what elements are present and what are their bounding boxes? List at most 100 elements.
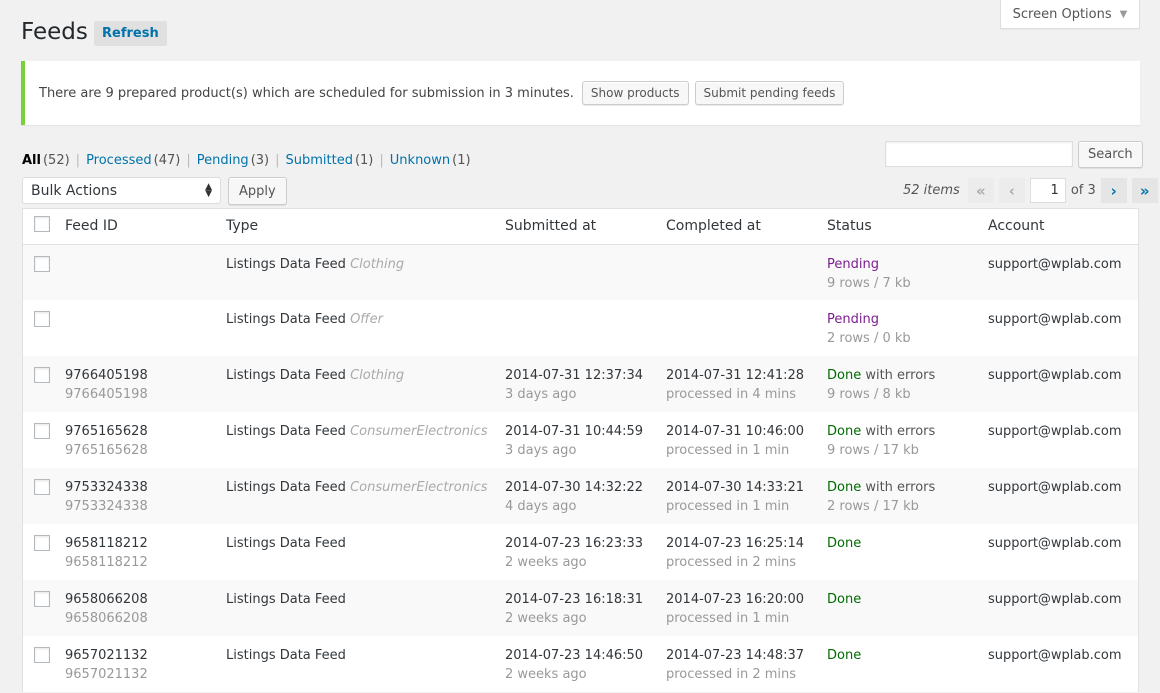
- status-filter-links: All (52) | Processed (47) | Pending (3) | S…: [22, 153, 471, 168]
- show-products-button[interactable]: Show products: [581, 81, 689, 105]
- row-checkbox[interactable]: [34, 255, 50, 272]
- feed-template: ConsumerElectronics: [350, 424, 488, 439]
- feed-id-secondary: 9753324338: [65, 499, 148, 514]
- apply-button[interactable]: Apply: [228, 177, 287, 205]
- status-label: Done: [827, 480, 862, 495]
- total-pages: of 3: [1070, 183, 1096, 198]
- status-detail: with errors: [861, 424, 936, 439]
- row-checkbox[interactable]: [34, 647, 50, 663]
- row-checkbox[interactable]: [34, 311, 50, 327]
- screen-options-button[interactable]: Screen Options ▼: [1000, 0, 1140, 29]
- completed-at: 2014-07-23 16:25:14: [666, 536, 805, 551]
- scheduled-submission-notice: There are 9 prepared product(s) which ar…: [21, 61, 1140, 125]
- submit-pending-feeds-button[interactable]: Submit pending feeds: [694, 81, 845, 105]
- feed-id-secondary: 9658066208: [65, 611, 148, 626]
- separator: |: [275, 153, 280, 168]
- submitted-at: 2014-07-23 14:46:50: [505, 648, 644, 663]
- row-checkbox[interactable]: [34, 367, 50, 383]
- next-page-button[interactable]: ›: [1100, 178, 1127, 203]
- feed-id: 9766405198: [65, 368, 148, 383]
- feed-id-secondary: 9765165628: [65, 443, 148, 458]
- search-button[interactable]: Search: [1078, 141, 1143, 168]
- row-checkbox[interactable]: [34, 423, 50, 439]
- row-checkbox[interactable]: [34, 479, 50, 495]
- completed-at: 2014-07-31 12:41:28: [666, 368, 805, 383]
- completed-at: 2014-07-31 10:46:00: [666, 424, 805, 439]
- feeds-table: Feed ID Type Submitted at Completed at S…: [22, 208, 1139, 692]
- feed-id: 9753324338: [65, 480, 148, 495]
- filter-processed[interactable]: Processed: [86, 153, 152, 168]
- filter-count: (3): [250, 153, 270, 168]
- current-page-input[interactable]: 1: [1029, 178, 1066, 203]
- feed-type: Listings Data Feed: [226, 368, 346, 383]
- select-arrows-icon: ▲ ▼: [205, 181, 212, 199]
- submitted-relative: 3 days ago: [505, 387, 577, 402]
- account: support@wplab.com: [988, 592, 1122, 607]
- account: support@wplab.com: [988, 424, 1122, 439]
- status-size: 9 rows / 8 kb: [827, 387, 911, 402]
- row-checkbox[interactable]: [34, 591, 50, 607]
- completed-at: 2014-07-23 16:20:00: [666, 592, 805, 607]
- page-title: Feeds: [21, 19, 88, 45]
- status-size: 2 rows / 0 kb: [827, 331, 911, 346]
- status-label: Done: [827, 424, 862, 439]
- filter-count: (1): [354, 153, 374, 168]
- first-page-button[interactable]: «: [967, 178, 994, 203]
- select-all-checkbox[interactable]: [34, 216, 50, 233]
- refresh-button[interactable]: Refresh: [94, 21, 167, 46]
- column-header-completed-at[interactable]: Completed at: [666, 209, 827, 245]
- column-header-account[interactable]: Account: [988, 209, 1138, 245]
- feed-type: Listings Data Feed: [226, 312, 346, 327]
- notice-text: There are 9 prepared product(s) which ar…: [39, 85, 574, 101]
- search-input[interactable]: [885, 141, 1073, 167]
- account: support@wplab.com: [988, 256, 1122, 272]
- filter-all[interactable]: All: [22, 153, 41, 168]
- filter-count: (52): [42, 153, 70, 168]
- column-header-type[interactable]: Type: [226, 209, 505, 245]
- feed-type: Listings Data Feed: [226, 536, 346, 551]
- submitted-relative: 2 weeks ago: [505, 611, 587, 626]
- feed-id-secondary: 9766405198: [65, 387, 148, 402]
- filter-submitted[interactable]: Submitted: [286, 153, 353, 168]
- status-size: 9 rows / 7 kb: [827, 275, 911, 291]
- bulk-actions-selected: Bulk Actions: [31, 182, 118, 199]
- status-detail: with errors: [861, 480, 936, 495]
- table-row: 9658066208 9658066208 Listings Data Feed 2…: [23, 580, 1138, 636]
- table-row: Listings Data Feed Clothing Pending 9 rows…: [23, 244, 1138, 300]
- submitted-at: 2014-07-23 16:18:31: [505, 592, 644, 607]
- column-header-status[interactable]: Status: [827, 209, 988, 245]
- status-label: Done: [827, 648, 862, 663]
- feed-type: Listings Data Feed: [226, 256, 346, 272]
- filter-unknown[interactable]: Unknown: [390, 153, 450, 168]
- submitted-relative: 2 weeks ago: [505, 667, 587, 682]
- separator: |: [186, 153, 191, 168]
- processing-duration: processed in 1 min: [666, 611, 790, 626]
- column-header-feed-id[interactable]: Feed ID: [65, 209, 226, 245]
- bulk-actions-select[interactable]: Bulk Actions ▲ ▼: [22, 177, 221, 204]
- column-header-submitted-at[interactable]: Submitted at: [505, 209, 666, 245]
- completed-at: 2014-07-30 14:33:21: [666, 480, 805, 495]
- previous-page-button[interactable]: ‹: [998, 178, 1025, 203]
- caret-down-icon: ▼: [1119, 8, 1128, 20]
- feed-template: Offer: [350, 312, 384, 327]
- feed-template: ConsumerElectronics: [350, 480, 488, 495]
- table-row: 9765165628 9765165628 Listings Data Feed C…: [23, 412, 1138, 468]
- account: support@wplab.com: [988, 368, 1122, 383]
- account: support@wplab.com: [988, 480, 1122, 495]
- filter-count: (1): [452, 153, 471, 168]
- filter-count: (47): [153, 153, 181, 168]
- feed-id-secondary: 9657021132: [65, 667, 148, 682]
- processing-duration: processed in 1 min: [666, 443, 790, 458]
- row-checkbox[interactable]: [34, 535, 50, 551]
- account: support@wplab.com: [988, 648, 1122, 663]
- submitted-relative: 4 days ago: [505, 499, 577, 514]
- table-header-row: Feed ID Type Submitted at Completed at S…: [23, 209, 1138, 245]
- feed-template: Clothing: [350, 368, 405, 383]
- processing-duration: processed in 1 min: [666, 499, 790, 514]
- last-page-button[interactable]: »: [1131, 178, 1158, 203]
- table-row: 9658118212 9658118212 Listings Data Feed 2…: [23, 524, 1138, 580]
- processing-duration: processed in 4 mins: [666, 387, 797, 402]
- table-row: 9766405198 9766405198 Listings Data Feed C…: [23, 356, 1138, 412]
- filter-pending[interactable]: Pending: [197, 153, 249, 168]
- processing-duration: processed in 2 mins: [666, 667, 797, 682]
